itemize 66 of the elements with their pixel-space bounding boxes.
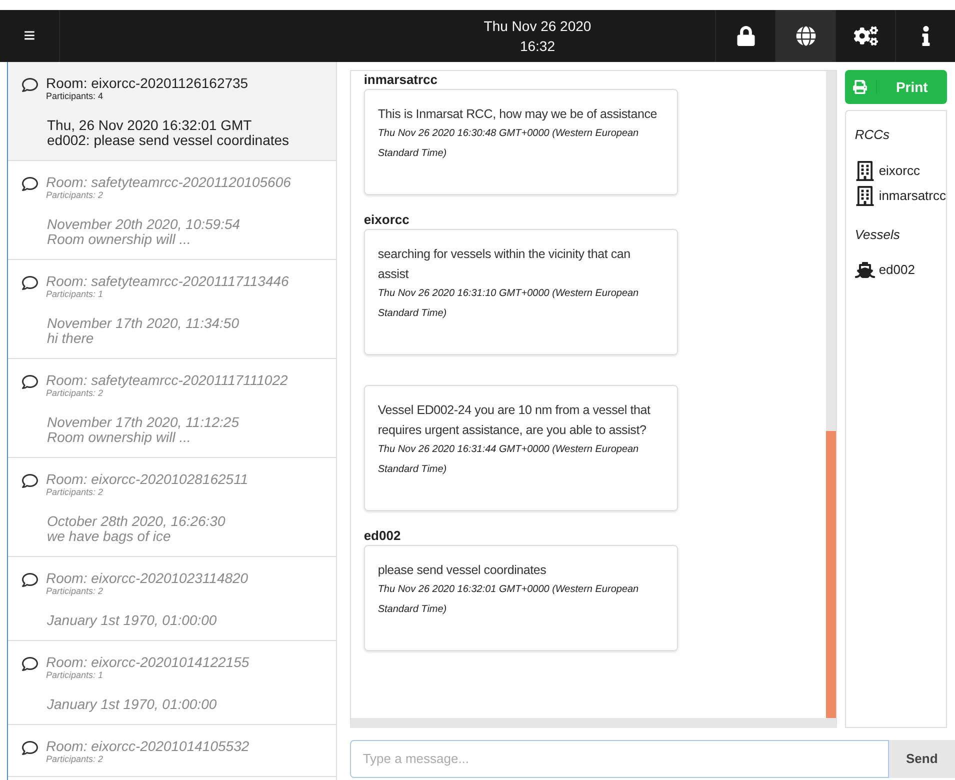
- chat-bubble-icon: [22, 374, 38, 390]
- message-timestamp: Thu Nov 26 2020 16:31:44 GMT+0000 (Western European Standard Time): [378, 443, 640, 477]
- room-title: Room: safetyteamrcc-20201117111022: [46, 373, 288, 388]
- message-timestamp: Thu Nov 26 2020 16:31:10 GMT+0000 (Western European Standard Time): [378, 287, 640, 321]
- participants-count: Participants: 2: [46, 754, 104, 764]
- send-button[interactable]: Send: [888, 740, 955, 778]
- participants-count: Participants: 1: [46, 289, 104, 299]
- room-title: Room: eixorcc-20201014105532: [46, 739, 250, 754]
- room-date: Thu, 26 Nov 2020 16:32:01 GMT: [47, 118, 253, 133]
- room-title: Room: safetyteamrcc-20201120105606: [46, 175, 291, 190]
- chat-bubble-icon: [22, 176, 38, 192]
- room-date: January 1st 1970, 01:00:00: [47, 697, 218, 712]
- room-title: Room: eixorcc-20201014122155: [46, 655, 250, 670]
- message-text: please send vessel coordinates: [378, 562, 548, 579]
- message-timestamp: Thu Nov 26 2020 16:32:01 GMT+0000 (Western European Standard Time): [378, 583, 640, 617]
- toolbar-button[interactable]: [775, 10, 835, 62]
- print-button[interactable]: Print: [844, 70, 947, 104]
- member-name: ed002: [878, 261, 915, 280]
- sender-name: ed002: [364, 529, 402, 543]
- sender-name: eixorcc: [364, 213, 410, 227]
- message-input[interactable]: Type a message...: [350, 740, 889, 778]
- print-icon: [853, 80, 868, 94]
- message-timestamp: Thu Nov 26 2020 16:30:48 GMT+0000 (Western European Standard Time): [378, 127, 640, 161]
- chat-bubble-icon: [22, 656, 38, 672]
- room-preview: ed002: please send vessel coordinates: [47, 133, 290, 148]
- member-name: eixorcc: [878, 162, 920, 180]
- group-heading: Vessels: [854, 226, 901, 244]
- room-preview: Room ownership will ...: [47, 232, 192, 247]
- header-time: 16:32: [520, 37, 556, 56]
- chat-bubble-icon: [22, 473, 38, 489]
- globe-icon: [796, 26, 816, 46]
- settings-icon: [854, 24, 878, 48]
- participants-count: Participants: 2: [46, 388, 104, 398]
- lock-icon: [736, 26, 756, 46]
- room-date: January 1st 1970, 01:00:00: [47, 613, 218, 628]
- ship-icon: [854, 260, 875, 280]
- sender-name: inmarsatrcc: [364, 73, 439, 87]
- message-text: searching for vessels within the vicinity that can assist: [378, 246, 632, 283]
- chat-bubble-icon: [22, 740, 38, 756]
- group-heading: RCCs: [854, 126, 890, 144]
- participants-count: Participants: 2: [46, 190, 104, 200]
- room-date: November 17th 2020, 11:34:50: [47, 316, 240, 331]
- room-preview: we have bags of ice: [47, 529, 172, 544]
- participants-count: Participants: 4: [46, 91, 104, 101]
- chat-bubble-icon: [22, 275, 38, 291]
- participants-count: Participants: 1: [46, 670, 104, 680]
- room-title: Room: eixorcc-20201023114820: [46, 571, 248, 586]
- room-item[interactable]: Room: eixorcc-20201126162735 Participants: 4 Thu, 26 Nov 2020 16:32:01 GMT ed002: please send vessel coordinates: [8, 62, 336, 161]
- room-title: Room: eixorcc-20201126162735: [46, 76, 248, 91]
- header-date: Thu Nov 26 2020: [484, 17, 592, 36]
- message-text: Vessel ED002-24 you are 10 nm from a vessel that requires urgent assistance, are you able to assist?: [378, 402, 652, 439]
- room-date: November 17th 2020, 11:12:25: [47, 415, 240, 430]
- building-icon: [854, 160, 875, 180]
- message-text: This is Inmarsat RCC, how may we be of assistance: [378, 106, 658, 123]
- participants-count: Participants: 2: [46, 487, 104, 497]
- room-date: October 28th 2020, 16:26:30: [47, 514, 226, 529]
- chat-bubble-icon: [22, 77, 38, 93]
- room-title: Room: safetyteamrcc-20201117113446: [46, 274, 289, 289]
- room-date: November 20th 2020, 10:59:54: [47, 217, 242, 232]
- room-preview: Room ownership will ...: [47, 430, 192, 445]
- building-icon: [854, 186, 875, 206]
- room-preview: hi there: [47, 331, 95, 346]
- participants-count: Participants: 2: [46, 586, 104, 596]
- chat-bubble-icon: [22, 572, 38, 588]
- room-title: Room: eixorcc-20201028162511: [46, 472, 248, 487]
- member-name: inmarsatrcc: [878, 186, 946, 205]
